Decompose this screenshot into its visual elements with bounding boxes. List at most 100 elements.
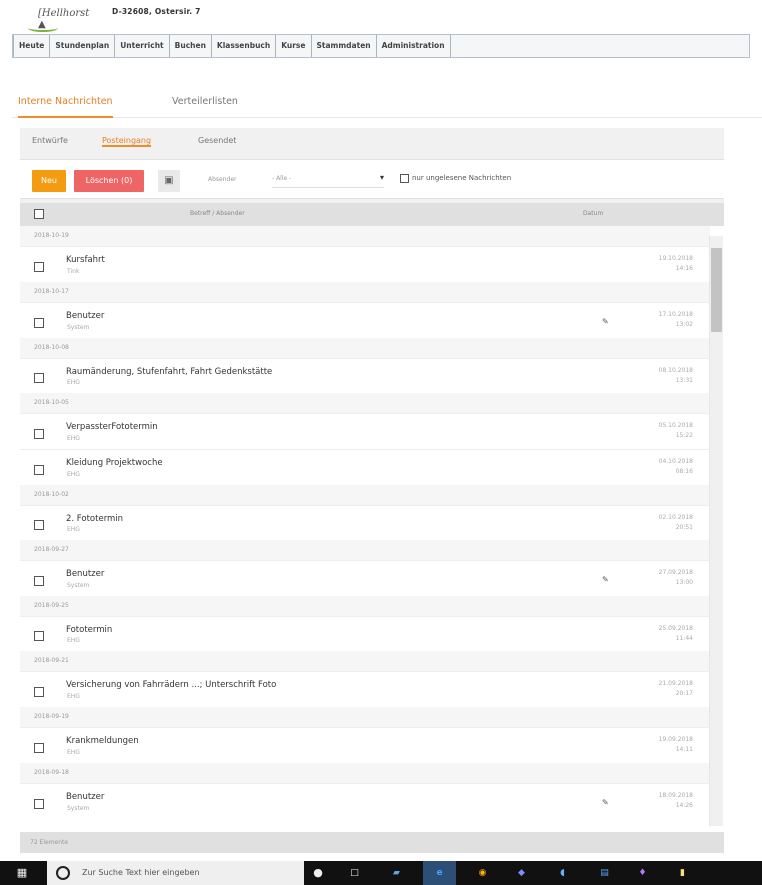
message-subject[interactable]: Versicherung von Fahrrädern ...; Untersc…: [66, 680, 276, 690]
message-subject[interactable]: 2. Fototermin: [66, 514, 123, 524]
tab-internal-messages[interactable]: Interne Nachrichten: [18, 94, 113, 118]
edge-browser-icon[interactable]: e: [423, 861, 456, 885]
message-sender: EHG: [67, 471, 80, 478]
message-checkbox[interactable]: [34, 318, 44, 328]
message-list-scrollbar[interactable]: [709, 236, 723, 826]
taskbar-search[interactable]: Zur Suche Text hier eingeben: [47, 861, 304, 885]
windows-icon[interactable]: ▦: [0, 861, 44, 885]
message-checkbox[interactable]: [34, 373, 44, 383]
message-list: 2018-10-19 Kursfahrt Tink 19.10.2018 14:1…: [20, 226, 724, 832]
microphone-icon[interactable]: ●: [306, 861, 330, 885]
select-all-checkbox[interactable]: [34, 209, 44, 219]
date-group-2018-09-21: 2018-09-21: [20, 651, 710, 671]
message-subject[interactable]: Benutzer: [66, 792, 104, 802]
message-date: 18.09.2018 14:26: [658, 792, 693, 809]
message-subject[interactable]: Kursfahrt: [66, 255, 105, 265]
edit-icon[interactable]: ✎: [602, 798, 609, 807]
edit-icon[interactable]: ✎: [602, 317, 609, 326]
message-sender: EHG: [67, 435, 80, 442]
message-checkbox[interactable]: [34, 262, 44, 272]
school-logo[interactable]: [Hellhorst ▲: [14, 6, 89, 32]
date-group-2018-10-17: 2018-10-17: [20, 282, 710, 302]
delete-messages-button[interactable]: Löschen (0): [74, 170, 144, 192]
message-row[interactable]: Fototermin EHG 25.09.2018 11:44: [20, 616, 710, 651]
tab-inbox[interactable]: Posteingang: [102, 136, 152, 147]
message-date: 04.10.2018 08:16: [658, 458, 693, 475]
message-row[interactable]: Benutzer System ✎ 27.09.2018 13:00: [20, 560, 710, 596]
sender-filter-label: Absender: [208, 176, 237, 183]
unread-only-checkbox[interactable]: [400, 174, 409, 183]
message-row[interactable]: Kursfahrt Tink 19.10.2018 14:16: [20, 246, 710, 282]
chevron-down-icon: ▾: [379, 173, 384, 182]
message-row[interactable]: Krankmeldungen EHG 19.09.2018 14:11: [20, 727, 710, 763]
message-row[interactable]: Versicherung von Fahrrädern ...; Untersc…: [20, 671, 710, 707]
message-subject[interactable]: Benutzer: [66, 311, 104, 321]
menu-today[interactable]: Heute: [13, 35, 51, 57]
file-explorer-icon[interactable]: ▰: [380, 861, 413, 885]
message-checkbox[interactable]: [34, 687, 44, 697]
scrollbar-thumb[interactable]: [711, 248, 722, 332]
message-checkbox[interactable]: [34, 429, 44, 439]
menu-administration[interactable]: Administration: [377, 35, 451, 57]
menu-courses[interactable]: Kurse: [276, 35, 312, 57]
message-subject[interactable]: Benutzer: [66, 569, 104, 579]
taskbar-search-placeholder: Zur Suche Text hier eingeben: [82, 868, 200, 877]
document-icon[interactable]: ▮: [666, 861, 699, 885]
message-subject[interactable]: VerpassterFototermin: [66, 422, 158, 432]
tab-sent[interactable]: Gesendet: [198, 136, 236, 145]
message-row[interactable]: Benutzer System ✎ 18.09.2018 14:26: [20, 783, 710, 832]
chrome-icon[interactable]: ◉: [466, 861, 499, 885]
message-row[interactable]: Raumänderung, Stufenfahrt, Fahrt Gedenks…: [20, 358, 710, 393]
media-icon[interactable]: ◖: [546, 861, 579, 885]
application-header: [Hellhorst ▲ D-32608, Ostersir. 7: [0, 0, 762, 32]
menu-master-data[interactable]: Stammdaten: [312, 35, 377, 57]
message-row[interactable]: Kleidung Projektwoche EHG 04.10.2018 08:1…: [20, 449, 710, 485]
message-date: 08.10.2018 13:31: [658, 367, 693, 384]
message-row[interactable]: 2. Fototermin EHG 02.10.2018 20:51: [20, 505, 710, 540]
new-message-button[interactable]: Neu: [32, 170, 66, 192]
message-subject[interactable]: Fototermin: [66, 625, 112, 635]
menu-timetable[interactable]: Stundenplan: [50, 35, 116, 57]
date-column-header: Datum: [583, 210, 604, 217]
message-list-header: Betreff / Absender Datum: [20, 203, 724, 226]
app-icon[interactable]: ◆: [505, 861, 538, 885]
unread-only-label: nur ungelesene Nachrichten: [412, 174, 512, 182]
date-group-2018-09-25: 2018-09-25: [20, 596, 710, 616]
menu-lessons[interactable]: Unterricht: [115, 35, 170, 57]
date-group-2018-09-27: 2018-09-27: [20, 540, 710, 560]
message-date: 02.10.2018 20:51: [658, 514, 693, 531]
inbox-icon[interactable]: ▣: [158, 170, 180, 192]
message-date: 17.10.2018 13:02: [658, 311, 693, 328]
date-group-2018-09-19: 2018-09-19: [20, 707, 710, 727]
message-panel: Entwürfe Posteingang Gesendet Neu Lösche…: [20, 128, 724, 853]
message-sender: EHG: [67, 693, 80, 700]
message-subject[interactable]: Krankmeldungen: [66, 736, 139, 746]
task-view-icon[interactable]: □: [338, 861, 371, 885]
message-checkbox[interactable]: [34, 631, 44, 641]
store-icon[interactable]: ▤: [588, 861, 621, 885]
tab-distribution-lists[interactable]: Verteilerlisten: [172, 94, 238, 118]
message-checkbox[interactable]: [34, 465, 44, 475]
edit-icon[interactable]: ✎: [602, 575, 609, 584]
message-checkbox[interactable]: [34, 799, 44, 809]
message-date: 25.09.2018 11:44: [658, 625, 693, 642]
date-group-2018-09-18: 2018-09-18: [20, 763, 710, 783]
message-subject[interactable]: Kleidung Projektwoche: [66, 458, 163, 468]
message-date: 19.09.2018 14:11: [658, 736, 693, 753]
tab-drafts[interactable]: Entwürfe: [32, 136, 68, 145]
windows-taskbar: ▦ Zur Suche Text hier eingeben ● □ ▰ e ◉…: [0, 861, 762, 885]
message-row[interactable]: VerpassterFototermin EHG 05.10.2018 15:22: [20, 413, 710, 449]
subject-column-header: Betreff / Absender: [190, 210, 245, 217]
message-checkbox[interactable]: [34, 576, 44, 586]
message-toolbar: Neu Löschen (0) ▣ Absender - Alle - ▾ nu…: [20, 159, 724, 199]
message-checkbox[interactable]: [34, 743, 44, 753]
message-sender: System: [67, 805, 90, 812]
message-row[interactable]: Benutzer System ✎ 17.10.2018 13:02: [20, 302, 710, 338]
message-count: 72 Elemente: [20, 832, 724, 853]
message-checkbox[interactable]: [34, 520, 44, 530]
menu-booking[interactable]: Buchen: [170, 35, 212, 57]
sender-filter-select[interactable]: - Alle - ▾: [272, 173, 384, 188]
notes-icon[interactable]: ♦: [626, 861, 659, 885]
message-subject[interactable]: Raumänderung, Stufenfahrt, Fahrt Gedenks…: [66, 367, 272, 377]
menu-class-register[interactable]: Klassenbuch: [212, 35, 277, 57]
